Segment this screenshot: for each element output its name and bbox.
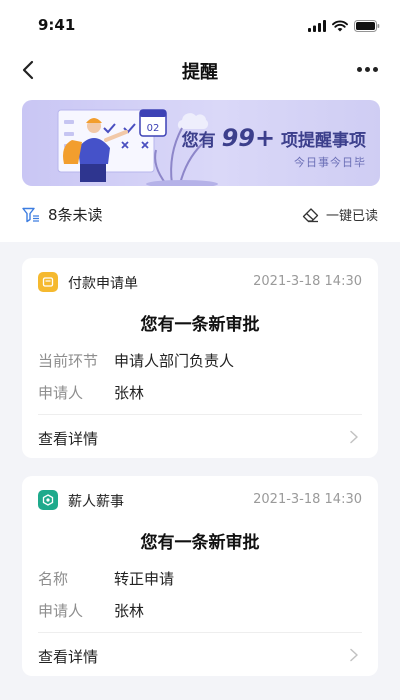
mark-all-read-button[interactable]: 一键已读 — [302, 205, 378, 224]
field-label: 名称 — [38, 570, 69, 588]
field-row: 申请人 张林 — [38, 600, 362, 622]
field-row: 名称 转正申请 — [38, 568, 362, 590]
filter-icon — [22, 207, 39, 222]
card-source: 付款申请单 — [68, 276, 138, 292]
reminder-card[interactable]: 付款申请单 2021-3-18 14:30 您有一条新审批 当前环节 申请人部门… — [22, 258, 378, 458]
more-dot — [364, 66, 370, 72]
more-options-button[interactable] — [352, 58, 382, 80]
field-value: 转正申请 — [114, 570, 175, 588]
field-label: 申请人 — [38, 384, 84, 402]
reminder-card[interactable]: 薪人薪事 2021-3-18 14:30 您有一条新审批 名称 转正申请 申请人… — [22, 476, 378, 676]
signal-icon — [308, 17, 326, 36]
more-dot — [372, 66, 378, 72]
status-time: 9:41 — [38, 16, 76, 34]
unread-count: 8条未读 — [48, 206, 103, 224]
wifi-icon — [332, 17, 348, 36]
chevron-right-icon[interactable] — [348, 648, 360, 662]
view-details-link[interactable]: 查看详情 — [38, 428, 98, 449]
banner-prefix: 您有 — [181, 131, 216, 151]
field-value: 张林 — [114, 384, 145, 402]
filter-row: 8条未读 一键已读 — [0, 196, 400, 234]
status-icons — [308, 17, 380, 36]
card-time: 2021-3-18 14:30 — [253, 274, 362, 289]
card-title: 您有一条新审批 — [140, 533, 260, 553]
card-header: 付款申请单 2021-3-18 14:30 — [38, 272, 362, 292]
reminder-count: 99+ — [221, 124, 276, 152]
hr-app-icon — [38, 490, 58, 510]
field-label: 当前环节 — [38, 352, 99, 370]
card-time: 2021-3-18 14:30 — [253, 492, 362, 507]
field-label: 申请人 — [38, 602, 84, 620]
card-header: 薪人薪事 2021-3-18 14:30 — [38, 490, 362, 510]
header-area: 9:41 提醒 02 您有 99+ 项提醒事项 今日事今日毕 8条未读 一键已读 — [0, 0, 400, 242]
banner-subtitle: 今日事今日毕 — [294, 156, 366, 169]
divider — [38, 414, 362, 415]
battery-icon — [354, 17, 380, 36]
navigation-bar: 提醒 — [0, 48, 400, 94]
field-row: 申请人 张林 — [38, 382, 362, 404]
card-source: 薪人薪事 — [68, 494, 124, 510]
eraser-icon — [302, 207, 319, 222]
divider — [38, 632, 362, 633]
field-value: 张林 — [114, 602, 145, 620]
field-row: 当前环节 申请人部门负责人 — [38, 350, 362, 372]
reminder-banner[interactable]: 02 您有 99+ 项提醒事项 今日事今日毕 — [22, 100, 380, 186]
banner-headline: 您有 99+ 项提醒事项 — [182, 124, 366, 152]
chevron-right-icon[interactable] — [348, 430, 360, 444]
calendar-day: 02 — [147, 123, 160, 134]
unread-filter-button[interactable]: 8条未读 — [22, 204, 103, 225]
card-title: 您有一条新审批 — [140, 315, 260, 335]
payment-app-icon — [38, 272, 58, 292]
field-value: 申请人部门负责人 — [114, 352, 235, 370]
banner-text: 您有 99+ 项提醒事项 今日事今日毕 — [182, 124, 366, 170]
banner-suffix: 项提醒事项 — [281, 131, 366, 151]
mark-all-read-label: 一键已读 — [325, 209, 378, 224]
more-dots-icon — [356, 66, 362, 72]
view-details-link[interactable]: 查看详情 — [38, 646, 98, 667]
status-bar: 9:41 — [0, 0, 400, 48]
page-title: 提醒 — [182, 62, 218, 83]
